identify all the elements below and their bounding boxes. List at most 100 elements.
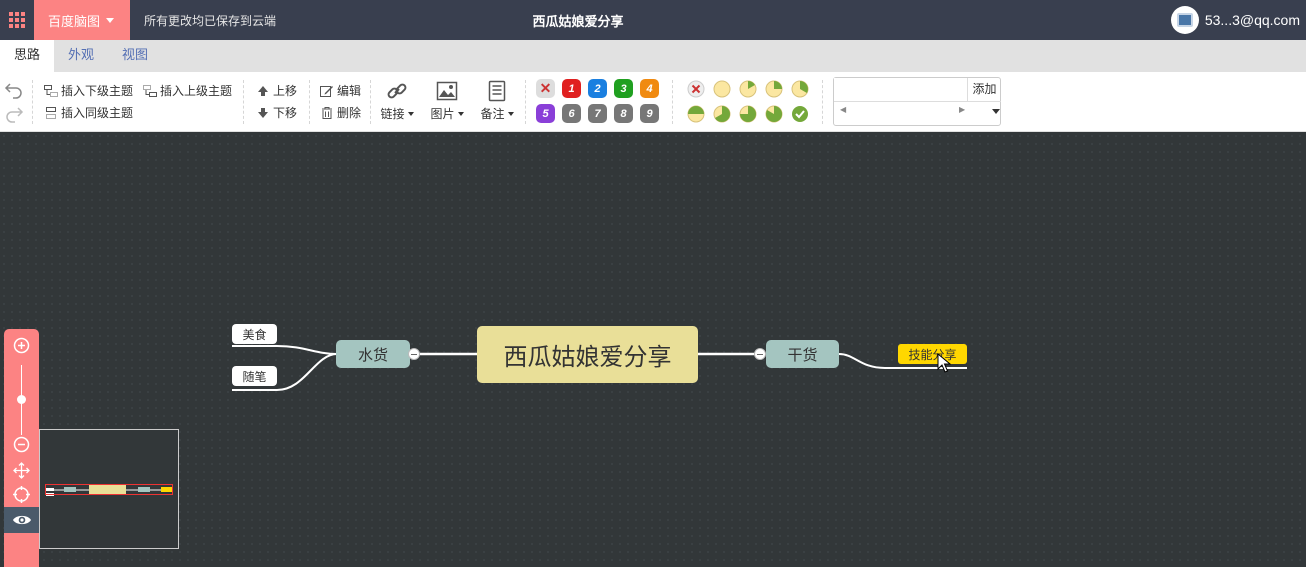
note-icon	[488, 80, 506, 102]
navigator-minimap[interactable]	[39, 429, 179, 549]
resource-add-button[interactable]: 添加	[968, 78, 1001, 102]
collapse-icon[interactable]	[754, 348, 766, 360]
toolbar-divider	[370, 80, 371, 124]
priority-2-button[interactable]: 2	[588, 79, 607, 98]
undo-icon[interactable]	[4, 80, 24, 100]
priority-1-button[interactable]: 1	[562, 79, 581, 98]
insert-parent-label: 插入上级主题	[160, 84, 233, 98]
priority-remove-button[interactable]: ✕	[536, 79, 555, 98]
insert-child-label: 插入下级主题	[61, 84, 134, 98]
progress-2-icon[interactable]	[765, 80, 783, 98]
minimap-viewport[interactable]	[45, 484, 173, 495]
link-left-main-child-1	[232, 345, 338, 355]
resource-input[interactable]	[834, 78, 968, 102]
priority-8-button[interactable]: 8	[614, 104, 633, 123]
edit-icon	[320, 85, 333, 97]
redo-icon[interactable]	[4, 104, 24, 124]
move-up-label: 上移	[273, 84, 298, 98]
image-icon	[436, 81, 458, 101]
insert-parent-button[interactable]: 插入上级主题	[143, 82, 232, 99]
toolbar-divider	[672, 80, 673, 124]
edit-label: 编辑	[337, 84, 362, 98]
move-up-button[interactable]: 上移	[256, 82, 297, 99]
arrow-down-icon	[258, 107, 268, 118]
note-button[interactable]: 备注	[477, 80, 517, 124]
topic-left-child-2[interactable]: 随笔	[232, 366, 277, 386]
collapse-icon[interactable]	[408, 348, 420, 360]
note-label: 备注	[480, 107, 505, 121]
tab-bar: 思路 外观 视图	[0, 40, 1306, 72]
link-button[interactable]: 链接	[377, 80, 417, 124]
chevron-down-icon[interactable]	[992, 109, 1000, 114]
toolbar: 插入下级主题 插入上级主题 插入同级主题 上移 下移 编辑 删除 链接 图片 备…	[0, 72, 1306, 132]
locate-icon[interactable]	[13, 486, 30, 503]
link-label: 链接	[380, 107, 405, 121]
tab-view[interactable]: 视图	[108, 40, 162, 72]
topic-right-child-1[interactable]: 技能分享	[898, 344, 967, 364]
zoom-in-icon[interactable]	[13, 337, 30, 354]
priority-9-button[interactable]: 9	[640, 104, 659, 123]
progress-6-icon[interactable]	[739, 105, 757, 123]
root-topic[interactable]: 西瓜姑娘爱分享	[477, 326, 698, 383]
chevron-down-icon	[507, 111, 514, 116]
priority-7-button[interactable]: 7	[588, 104, 607, 123]
navigator-toggle-button[interactable]	[4, 507, 39, 533]
insert-sibling-button[interactable]: 插入同级主题	[44, 104, 133, 121]
delete-label: 删除	[337, 106, 362, 120]
progress-1-icon[interactable]	[739, 80, 757, 98]
insert-child-icon	[44, 84, 58, 97]
image-button[interactable]: 图片	[427, 80, 467, 124]
insert-parent-icon	[143, 84, 157, 97]
topic-left-main[interactable]: 水货	[336, 340, 410, 368]
link-icon	[387, 83, 407, 99]
tab-appearance[interactable]: 外观	[54, 40, 108, 72]
chevron-down-icon	[457, 111, 464, 116]
toolbar-divider	[32, 80, 33, 124]
scroll-left-icon[interactable]: ◀	[840, 105, 846, 114]
move-icon[interactable]	[13, 462, 30, 479]
progress-3-icon[interactable]	[791, 80, 809, 98]
title-bar: 百度脑图 所有更改均已保存到云端 西瓜姑娘爱分享 53...3@qq.com	[0, 0, 1306, 40]
toolbar-divider	[822, 80, 823, 124]
resource-scrollbar[interactable]: ◀ ▶	[834, 103, 1000, 117]
priority-5-button[interactable]: 5	[536, 104, 555, 123]
insert-sibling-icon	[46, 106, 56, 119]
user-email: 53...3@qq.com	[1204, 12, 1300, 28]
progress-0-icon[interactable]	[713, 80, 731, 98]
mouse-cursor-icon	[937, 353, 951, 373]
scroll-right-icon[interactable]: ▶	[959, 105, 965, 114]
arrow-up-icon	[258, 85, 268, 96]
move-down-label: 下移	[273, 106, 298, 120]
zoom-out-icon[interactable]	[13, 436, 30, 453]
move-down-button[interactable]: 下移	[256, 104, 297, 121]
insert-sibling-label: 插入同级主题	[61, 106, 134, 120]
user-menu[interactable]: 53...3@qq.com	[1170, 6, 1300, 34]
insert-child-button[interactable]: 插入下级主题	[44, 82, 133, 99]
edit-button[interactable]: 编辑	[320, 82, 361, 99]
progress-4-icon[interactable]	[687, 105, 705, 123]
trash-icon	[322, 106, 332, 119]
avatar	[1170, 6, 1199, 34]
topic-right-main[interactable]: 干货	[766, 340, 839, 368]
mindmap-canvas[interactable]: 西瓜姑娘爱分享 水货 美食 随笔 干货 技能分享	[0, 132, 1306, 567]
delete-button[interactable]: 删除	[320, 104, 361, 121]
toolbar-divider	[309, 80, 310, 124]
progress-remove-icon[interactable]	[687, 80, 705, 98]
zoom-slider-handle[interactable]	[17, 395, 26, 404]
tab-ideas[interactable]: 思路	[0, 40, 55, 72]
priority-4-button[interactable]: 4	[640, 79, 659, 98]
progress-done-icon[interactable]	[791, 105, 809, 123]
document-title[interactable]: 西瓜姑娘爱分享	[0, 11, 1156, 30]
toolbar-divider	[243, 80, 244, 124]
progress-5-icon[interactable]	[713, 105, 731, 123]
priority-3-button[interactable]: 3	[614, 79, 633, 98]
chevron-down-icon	[407, 111, 414, 116]
topic-left-child-1[interactable]: 美食	[232, 324, 277, 344]
resource-editor: 添加 ◀ ▶	[833, 77, 1001, 126]
progress-7-icon[interactable]	[765, 105, 783, 123]
toolbar-divider	[525, 80, 526, 124]
eye-icon	[12, 515, 31, 525]
priority-6-button[interactable]: 6	[562, 104, 581, 123]
image-label: 图片	[430, 107, 455, 121]
zoom-panel	[4, 329, 39, 567]
